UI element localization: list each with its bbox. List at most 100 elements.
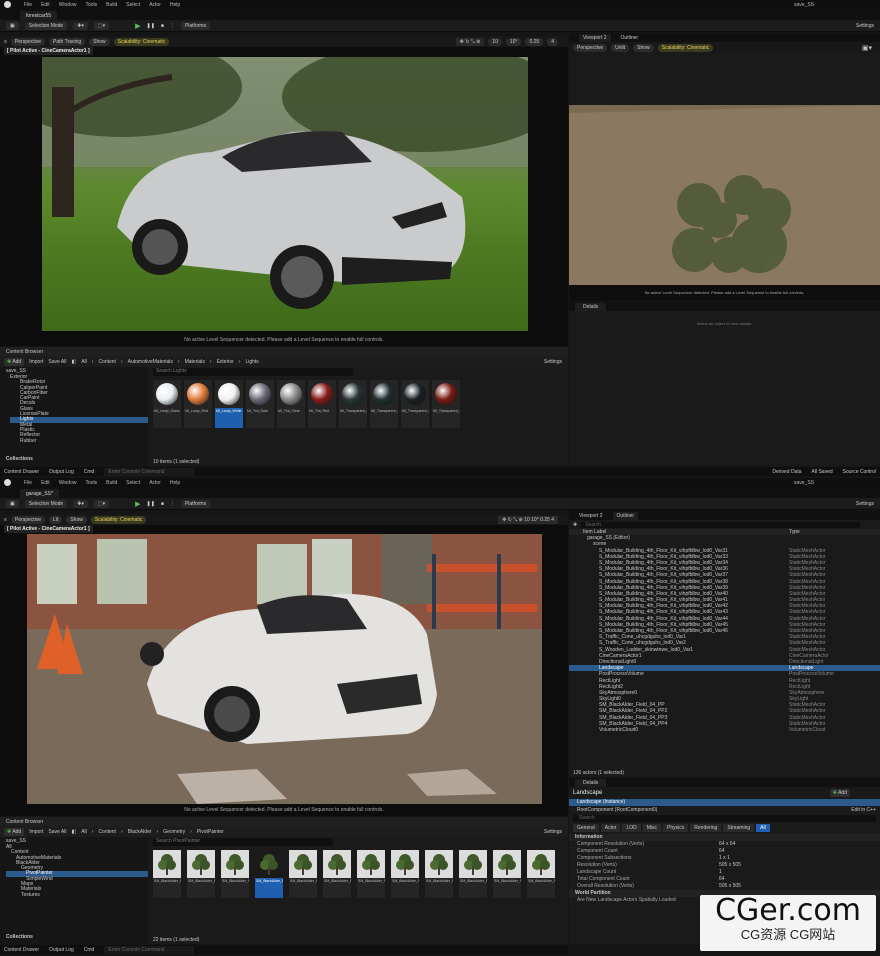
settings-button[interactable]: Settings xyxy=(856,501,874,507)
asset-thumbnail[interactable]: MI_Transparent_Cover_Dark xyxy=(401,380,429,428)
path-geometry[interactable]: Geometry xyxy=(163,829,185,835)
vp2-show-button[interactable]: Show xyxy=(633,43,654,52)
menu-help[interactable]: Help xyxy=(170,480,180,486)
stop-icon[interactable]: ■ xyxy=(161,23,164,29)
play-icon[interactable]: ▶ xyxy=(135,22,140,30)
cb-tab[interactable]: Content Browser xyxy=(6,349,43,355)
asset-thumbnail[interactable]: MI_Lamp_Glass xyxy=(153,380,181,428)
vp2-perspective-button[interactable]: Perspective xyxy=(573,43,608,52)
menu-build[interactable]: Build xyxy=(106,480,117,486)
cb-settings-button[interactable]: Settings xyxy=(544,359,562,365)
asset-thumbnail[interactable]: SM_BlackAlder_Forest_08_PP xyxy=(527,850,555,898)
asset-thumbnail[interactable]: MI_Tint_Red xyxy=(308,380,336,428)
add-content-icon[interactable]: ✚▾ xyxy=(73,21,88,30)
vp2-camera-icon[interactable]: ▣▾ xyxy=(862,44,872,52)
menu-file[interactable]: File xyxy=(24,480,32,486)
cb-settings-button[interactable]: Settings xyxy=(544,829,562,835)
filter-rendering[interactable]: Rendering xyxy=(690,824,722,832)
collections-label[interactable]: Collections xyxy=(6,456,33,462)
blueprint-icon[interactable]: ⬚▾ xyxy=(93,499,110,508)
perspective-button[interactable]: Perspective xyxy=(10,515,46,524)
menu-file[interactable]: File xyxy=(24,2,32,8)
asset-thumbnail[interactable]: SM_BlackAlder_Field_01_PP xyxy=(153,850,181,898)
angle-snap[interactable]: 10° xyxy=(505,37,522,46)
path-automotive[interactable]: AutomotiveMaterials xyxy=(128,359,173,365)
save-all-button[interactable]: Save All xyxy=(48,829,66,835)
lit-button[interactable]: Lit xyxy=(49,515,63,524)
derived-data[interactable]: Derived Data xyxy=(772,469,801,475)
output-log-button[interactable]: Output Log xyxy=(49,947,74,953)
viewport-menu-icon[interactable]: ≡ xyxy=(4,517,7,523)
collections-label[interactable]: Collections xyxy=(6,934,33,940)
asset-thumbnail[interactable]: MI_Transparent_Cover xyxy=(339,380,367,428)
filter-misc[interactable]: Misc xyxy=(642,824,662,832)
add-button[interactable]: ✚ Add xyxy=(4,357,25,366)
menu-select[interactable]: Select xyxy=(126,480,140,486)
asset-thumbnail[interactable]: MI_Tint_Clear xyxy=(277,380,305,428)
transform-tools[interactable]: ✥ ↻ ⤡ ⊕ xyxy=(455,37,485,46)
menu-tools[interactable]: Tools xyxy=(85,480,97,486)
edit-in-cpp[interactable]: Edit in C++ xyxy=(851,807,876,813)
stop-icon[interactable]: ■ xyxy=(161,501,164,507)
path-tracing-button[interactable]: Path Tracing xyxy=(49,37,86,46)
menu-actor[interactable]: Actor xyxy=(149,480,161,486)
asset-thumbnail[interactable]: MI_Lamp_Red xyxy=(184,380,212,428)
import-button[interactable]: Import xyxy=(29,359,43,365)
pause-icon[interactable]: ❚❚ xyxy=(147,501,155,507)
console-input[interactable]: Enter Console Command xyxy=(104,467,195,476)
cb-tab[interactable]: Content Browser xyxy=(6,819,43,825)
console-input[interactable]: Enter Console Command xyxy=(104,945,195,954)
outliner-tab[interactable]: Outliner xyxy=(621,35,639,41)
content-drawer-button[interactable]: Content Drawer xyxy=(4,947,39,953)
platforms-dropdown[interactable]: Platforms xyxy=(180,499,211,508)
asset-thumbnail[interactable]: SM_BlackAlder_Forest_07_PP xyxy=(493,850,521,898)
add-component-button[interactable]: ✚ Add xyxy=(829,789,850,797)
tree-item[interactable]: Rubber xyxy=(10,438,148,444)
path-content[interactable]: Content xyxy=(98,829,116,835)
menu-help[interactable]: Help xyxy=(170,2,180,8)
asset-thumbnail[interactable]: SM_BlackAlder_Field_04_PP xyxy=(255,850,283,898)
asset-thumbnail[interactable]: MI_Transparent_Cover_Tinted xyxy=(370,380,398,428)
root-component[interactable]: RootComponent (RootComponent0) xyxy=(577,807,657,813)
asset-thumbnail[interactable]: SM_BlackAlder_Field_03_PP xyxy=(221,850,249,898)
source-control[interactable]: Source Control xyxy=(843,469,876,475)
camera-speed[interactable]: 4 xyxy=(547,37,558,46)
level-tab[interactable]: forestcar55 xyxy=(20,11,58,20)
save-icon[interactable]: ▣ xyxy=(6,21,19,30)
more-icon[interactable]: ⋮ xyxy=(170,501,175,507)
cmd-dropdown[interactable]: Cmd xyxy=(84,947,95,953)
details-tab[interactable]: Details xyxy=(575,778,607,787)
col-type[interactable]: Type xyxy=(789,529,800,535)
menu-window[interactable]: Window xyxy=(59,480,77,486)
details-tab[interactable]: Details xyxy=(575,302,607,311)
asset-thumbnail[interactable]: SM_BlackAlder_Forest_05_PP xyxy=(425,850,453,898)
instance-row[interactable]: Landscape (Instance) xyxy=(569,799,880,806)
viewport-menu-icon[interactable]: ≡ xyxy=(4,39,7,45)
add-button[interactable]: ✚ Add xyxy=(4,827,25,836)
pause-icon[interactable]: ❚❚ xyxy=(147,23,155,29)
details-search[interactable]: Search xyxy=(573,815,876,822)
outliner-tab[interactable]: Outliner xyxy=(612,511,639,520)
save-icon[interactable]: ▣ xyxy=(6,499,19,508)
information-section[interactable]: Information xyxy=(569,834,880,841)
show-button[interactable]: Show xyxy=(66,515,87,524)
folder-icon[interactable]: ◧ xyxy=(71,829,76,835)
save-all-button[interactable]: Save All xyxy=(48,359,66,365)
outliner-add-icon[interactable]: ✚ xyxy=(573,522,577,528)
play-icon[interactable]: ▶ xyxy=(135,500,140,508)
selection-mode-dropdown[interactable]: Selection Mode xyxy=(24,21,68,30)
transform-tools[interactable]: ✥ ↻ ⤡ ⊕ 10 10° 0.25 4 xyxy=(498,515,558,524)
path-content[interactable]: Content xyxy=(98,359,116,365)
selection-mode-dropdown[interactable]: Selection Mode xyxy=(24,499,68,508)
blueprint-icon[interactable]: ⬚▾ xyxy=(93,21,110,30)
cmd-dropdown[interactable]: Cmd xyxy=(84,469,95,475)
asset-thumbnail[interactable]: MI_Transparent_Cover_Red xyxy=(432,380,460,428)
menu-tools[interactable]: Tools xyxy=(85,2,97,8)
folder-icon[interactable]: ◧ xyxy=(71,359,76,365)
vp2-unlit-button[interactable]: Unlit xyxy=(611,43,630,52)
scale-snap[interactable]: 0.25 xyxy=(525,37,544,46)
settings-button[interactable]: Settings xyxy=(856,23,874,29)
menu-actor[interactable]: Actor xyxy=(149,2,161,8)
asset-search[interactable]: Search PivotPainter xyxy=(153,838,333,846)
show-button[interactable]: Show xyxy=(89,37,110,46)
